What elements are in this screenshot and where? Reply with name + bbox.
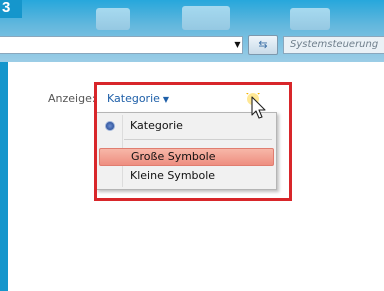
search-input[interactable]: Systemsteuerung — [283, 36, 384, 54]
search-placeholder: Systemsteuerung — [290, 39, 379, 50]
address-bar[interactable] — [0, 36, 243, 54]
refresh-icon: ⇆ — [258, 38, 268, 51]
blurred-taskbar-icon — [96, 8, 130, 30]
main-content: Anzeige: Kategorie ▼ Kategorie Große Symb… — [8, 62, 384, 291]
refresh-button[interactable]: ⇆ — [248, 35, 278, 55]
view-label: Anzeige: — [48, 92, 96, 105]
step-number: 3 — [2, 0, 11, 16]
window-left-border — [0, 62, 8, 291]
blurred-taskbar-icon — [182, 6, 230, 30]
chevron-down-icon[interactable]: ▼ — [232, 37, 243, 53]
blurred-taskbar-icon — [290, 8, 330, 30]
step-number-badge: 3 — [0, 0, 22, 18]
window-chrome: ▼ ⇆ Systemsteuerung — [0, 0, 384, 62]
mouse-cursor-icon — [246, 93, 266, 119]
